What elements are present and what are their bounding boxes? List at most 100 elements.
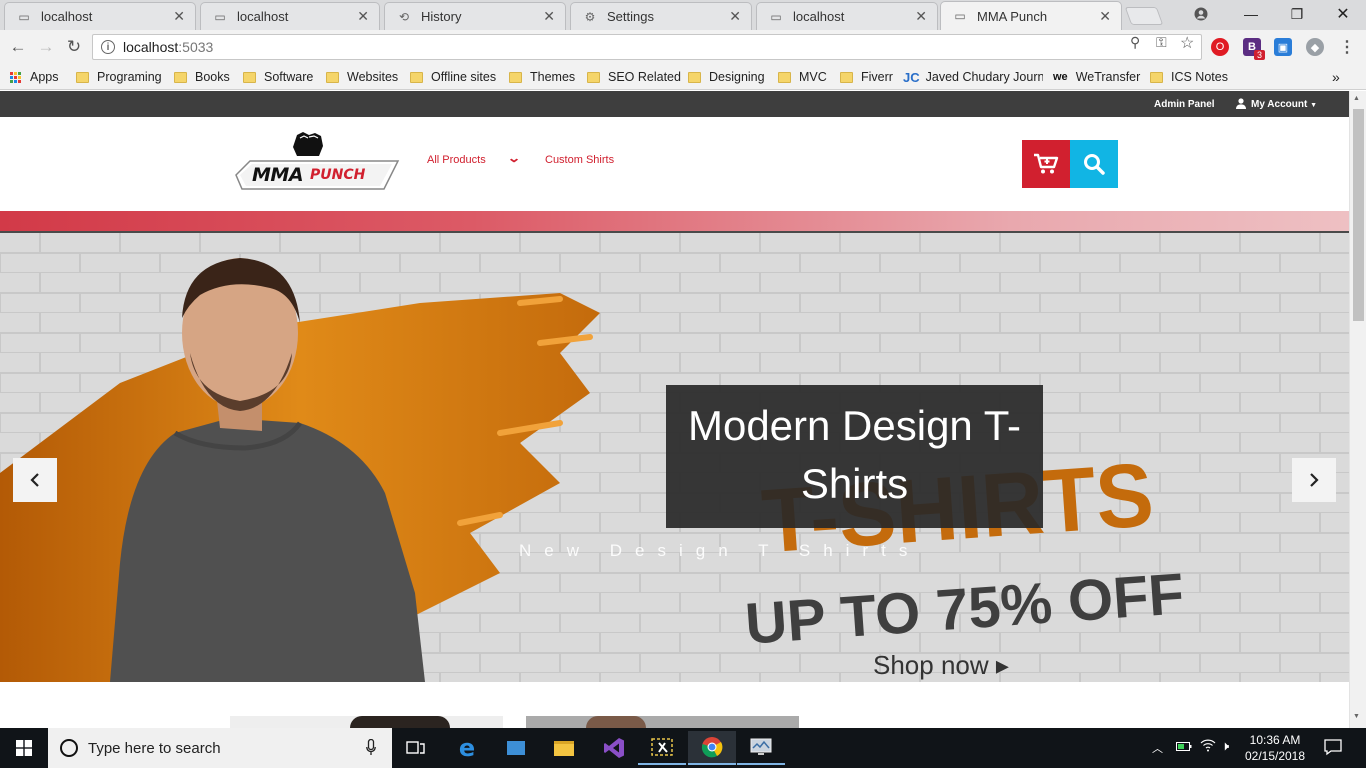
- web-page: Admin Panel My Account ▼ MMA PUNCH All P…: [0, 91, 1349, 728]
- close-tab-icon[interactable]: ✕: [1099, 8, 1111, 25]
- menu-dots-icon[interactable]: ⋮: [1336, 36, 1358, 58]
- scrollbar-thumb[interactable]: [1353, 109, 1364, 321]
- scroll-up-icon[interactable]: ▲: [1353, 95, 1360, 102]
- browser-tab[interactable]: ▭ localhost ✕: [4, 2, 196, 30]
- bookmark-folder[interactable]: MVC: [778, 68, 827, 86]
- folder-icon: [778, 71, 791, 83]
- chevron-left-icon: [30, 473, 39, 487]
- bookmark-apps[interactable]: Apps: [10, 68, 59, 86]
- tab-title: localhost: [41, 9, 93, 24]
- bookmark-folder[interactable]: Programing: [76, 68, 162, 86]
- bookmark-link[interactable]: we WeTransfer: [1053, 68, 1140, 86]
- site-info-icon[interactable]: i: [101, 40, 115, 54]
- reload-icon[interactable]: ↻: [63, 36, 85, 58]
- bookmark-folder[interactable]: Themes: [509, 68, 575, 86]
- visual-studio-icon[interactable]: [590, 731, 638, 765]
- browser-tab-active[interactable]: ▭ MMA Punch ✕: [940, 1, 1122, 30]
- page-icon: ▭: [770, 9, 782, 24]
- taskbar-search-box[interactable]: Type here to search: [48, 728, 392, 768]
- chevron-right-icon: [1310, 473, 1319, 487]
- forward-arrow-icon[interactable]: →: [35, 36, 57, 58]
- url-text: localhost:5033: [123, 39, 214, 55]
- taskbar-search-placeholder: Type here to search: [88, 739, 221, 757]
- browser-tab[interactable]: ▭ localhost ✕: [756, 2, 938, 30]
- carousel-next-button[interactable]: [1292, 458, 1336, 502]
- volume-muted-icon[interactable]: 🕨: [1221, 738, 1229, 754]
- logo-text-main: MMA: [252, 164, 304, 186]
- chrome-browser-icon[interactable]: [688, 731, 736, 765]
- we-logo-icon: we: [1053, 71, 1068, 83]
- carousel-prev-button[interactable]: [13, 458, 57, 502]
- minimize-icon[interactable]: —: [1228, 0, 1274, 28]
- tab-title: localhost: [793, 9, 845, 24]
- browser-tab-strip: ▭ localhost ✕ ▭ localhost ✕ ⟲ History ✕ …: [0, 0, 1366, 30]
- taskbar-clock[interactable]: 10:36 AM 02/15/2018: [1244, 732, 1306, 764]
- zoom-icon[interactable]: ⚲: [1130, 34, 1140, 51]
- notifications-icon[interactable]: [1324, 738, 1342, 759]
- back-arrow-icon[interactable]: ←: [7, 36, 29, 58]
- tools-app-icon[interactable]: [638, 731, 686, 765]
- edge-browser-icon[interactable]: e: [443, 731, 491, 765]
- bookmark-folder[interactable]: ICS Notes: [1150, 68, 1228, 86]
- product-card-image[interactable]: [230, 716, 503, 728]
- bookmark-star-icon[interactable]: ☆: [1180, 33, 1194, 53]
- folder-icon: [587, 71, 600, 83]
- scroll-down-icon[interactable]: ▼: [1353, 713, 1360, 720]
- search-button[interactable]: [1070, 140, 1118, 188]
- tab-title: MMA Punch: [977, 8, 1048, 24]
- windows-start-icon[interactable]: [0, 731, 48, 765]
- monitor-app-icon[interactable]: [737, 731, 785, 765]
- profile-icon[interactable]: [1178, 0, 1224, 28]
- bookmark-link[interactable]: JC Javed Chudary Journa: [903, 68, 1043, 86]
- close-tab-icon[interactable]: ✕: [543, 8, 555, 25]
- bookmark-folder[interactable]: Fiverr: [840, 68, 893, 86]
- shield-extension-icon[interactable]: ◆: [1306, 38, 1324, 56]
- apps-grid-icon: [10, 71, 21, 83]
- bookmark-folder[interactable]: SEO Related: [587, 68, 681, 86]
- desktop-app-icon[interactable]: [492, 731, 540, 765]
- task-view-icon[interactable]: [392, 731, 440, 765]
- file-explorer-icon[interactable]: [540, 731, 588, 765]
- close-tab-icon[interactable]: ✕: [729, 8, 741, 25]
- caret-down-icon: ▼: [1310, 102, 1318, 109]
- key-icon[interactable]: ⚿: [1156, 34, 1167, 51]
- new-tab-button[interactable]: [1124, 7, 1164, 25]
- browser-tab[interactable]: ⟲ History ✕: [384, 2, 566, 30]
- tray-chevron-up-icon[interactable]: ︿: [1152, 740, 1163, 756]
- slide-caption-subtitle: New Design T Shirts: [519, 541, 921, 560]
- close-window-icon[interactable]: ✕: [1320, 0, 1366, 28]
- my-account-link[interactable]: My Account ▼: [1251, 99, 1317, 110]
- bookmark-folder[interactable]: Offline sites: [410, 68, 496, 86]
- page-scrollbar[interactable]: ▲ ▼: [1349, 91, 1366, 728]
- close-tab-icon[interactable]: ✕: [357, 8, 369, 25]
- product-card-image[interactable]: [526, 716, 799, 728]
- address-bar[interactable]: i localhost:5033: [92, 34, 1202, 60]
- browser-tab[interactable]: ▭ localhost ✕: [200, 2, 380, 30]
- nav-custom-shirts[interactable]: Custom Shirts: [545, 154, 614, 166]
- site-logo[interactable]: MMA PUNCH: [232, 131, 402, 193]
- close-tab-icon[interactable]: ✕: [173, 8, 185, 25]
- opera-extension-icon[interactable]: O: [1211, 38, 1229, 56]
- bookmark-folder[interactable]: Software: [243, 68, 313, 86]
- bookmark-folder[interactable]: Designing: [688, 68, 765, 86]
- decorative-red-band: [0, 211, 1349, 234]
- site-top-bar: Admin Panel My Account ▼: [0, 91, 1349, 117]
- tab-title: Settings: [607, 9, 654, 24]
- extension-badge: 3: [1254, 50, 1266, 60]
- clock-time: 10:36 AM: [1249, 733, 1301, 747]
- cast-extension-icon[interactable]: ▣: [1274, 38, 1292, 56]
- wifi-icon[interactable]: [1200, 738, 1216, 755]
- more-bookmarks-icon[interactable]: »: [1332, 68, 1340, 86]
- close-tab-icon[interactable]: ✕: [915, 8, 927, 25]
- browser-tab[interactable]: ⚙ Settings ✕: [570, 2, 752, 30]
- bookmark-folder[interactable]: Websites: [326, 68, 398, 86]
- restore-icon[interactable]: ❐: [1274, 0, 1320, 28]
- cart-button[interactable]: [1022, 140, 1070, 188]
- microphone-icon[interactable]: [366, 738, 376, 759]
- admin-panel-link[interactable]: Admin Panel: [1154, 99, 1215, 110]
- chevron-down-icon[interactable]: ⌄: [507, 151, 521, 165]
- hero-carousel: T-SHIRTS UP TO 75% OFF Shop now ▸ Modern…: [0, 233, 1349, 682]
- bookmark-folder[interactable]: Books: [174, 68, 230, 86]
- nav-all-products[interactable]: All Products: [427, 154, 486, 166]
- battery-icon[interactable]: [1176, 740, 1192, 755]
